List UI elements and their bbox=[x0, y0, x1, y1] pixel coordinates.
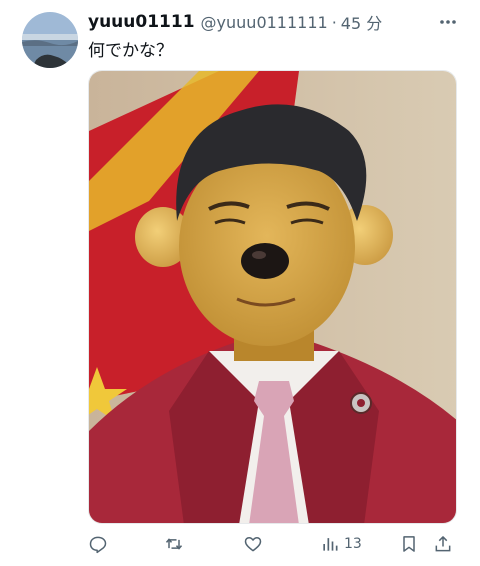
reply-button[interactable] bbox=[88, 530, 108, 558]
retweet-icon bbox=[165, 538, 183, 550]
views-button[interactable]: 13 bbox=[320, 530, 362, 558]
retweet-button[interactable] bbox=[164, 530, 184, 558]
timestamp[interactable]: 45 分 bbox=[341, 10, 382, 34]
views-count: 13 bbox=[344, 536, 362, 552]
action-bar: 13 bbox=[88, 530, 458, 558]
share-icon bbox=[435, 536, 451, 552]
heart-icon bbox=[244, 537, 262, 552]
avatar[interactable] bbox=[22, 12, 78, 68]
tweet-text: 何でかな？ bbox=[88, 41, 173, 61]
tweet-image[interactable] bbox=[88, 70, 457, 524]
bookmark-icon bbox=[403, 536, 415, 552]
photo-illustration bbox=[89, 71, 456, 523]
display-name[interactable]: yuuu01111 bbox=[88, 12, 195, 32]
avatar-image bbox=[22, 12, 78, 68]
share-button[interactable] bbox=[433, 530, 453, 558]
reply-icon bbox=[89, 536, 107, 554]
tweet-header: yuuu01111 @yuuu0111111 · 45 分 bbox=[88, 10, 464, 34]
views-icon bbox=[323, 538, 338, 551]
more-icon bbox=[440, 20, 456, 24]
bookmark-button[interactable] bbox=[399, 530, 419, 558]
like-button[interactable] bbox=[243, 530, 263, 558]
separator-dot: · bbox=[331, 12, 337, 32]
user-handle[interactable]: @yuuu0111111 bbox=[201, 13, 328, 32]
more-options-button[interactable] bbox=[434, 10, 462, 34]
